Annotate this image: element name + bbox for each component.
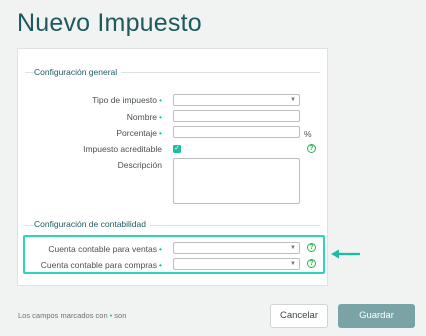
chevron-down-icon: ▼: [290, 97, 296, 103]
required-marker: •: [159, 95, 162, 105]
check-icon: ✓: [174, 145, 180, 152]
description-textarea[interactable]: [173, 158, 300, 204]
accounting-fields-highlight: [23, 235, 325, 274]
arrow-left-icon: [331, 249, 360, 259]
name-input[interactable]: [173, 110, 300, 122]
required-marker: •: [109, 311, 113, 320]
tax-type-select[interactable]: ▼: [173, 94, 300, 106]
section-title-general: Configuración general: [34, 67, 122, 77]
required-marker: •: [159, 112, 162, 122]
creditable-label: Impuesto acreditable: [83, 144, 162, 154]
help-icon[interactable]: ?: [307, 144, 316, 153]
percentage-label: Porcentaje •: [116, 128, 162, 138]
name-label: Nombre •: [126, 112, 162, 122]
cancel-button[interactable]: Cancelar: [270, 304, 328, 328]
creditable-checkbox[interactable]: ✓: [173, 145, 181, 153]
tax-type-label: Tipo de impuesto •: [92, 95, 162, 105]
required-marker: •: [159, 128, 162, 138]
required-fields-note: Los campos marcados con • son: [18, 311, 127, 320]
percent-unit: %: [304, 129, 312, 139]
percentage-input[interactable]: [173, 126, 300, 138]
page-title: Nuevo Impuesto: [17, 9, 202, 37]
description-label: Descripción: [117, 160, 162, 170]
section-title-accounting: Configuración de contabilidad: [34, 219, 150, 229]
save-button[interactable]: Guardar: [338, 304, 415, 328]
